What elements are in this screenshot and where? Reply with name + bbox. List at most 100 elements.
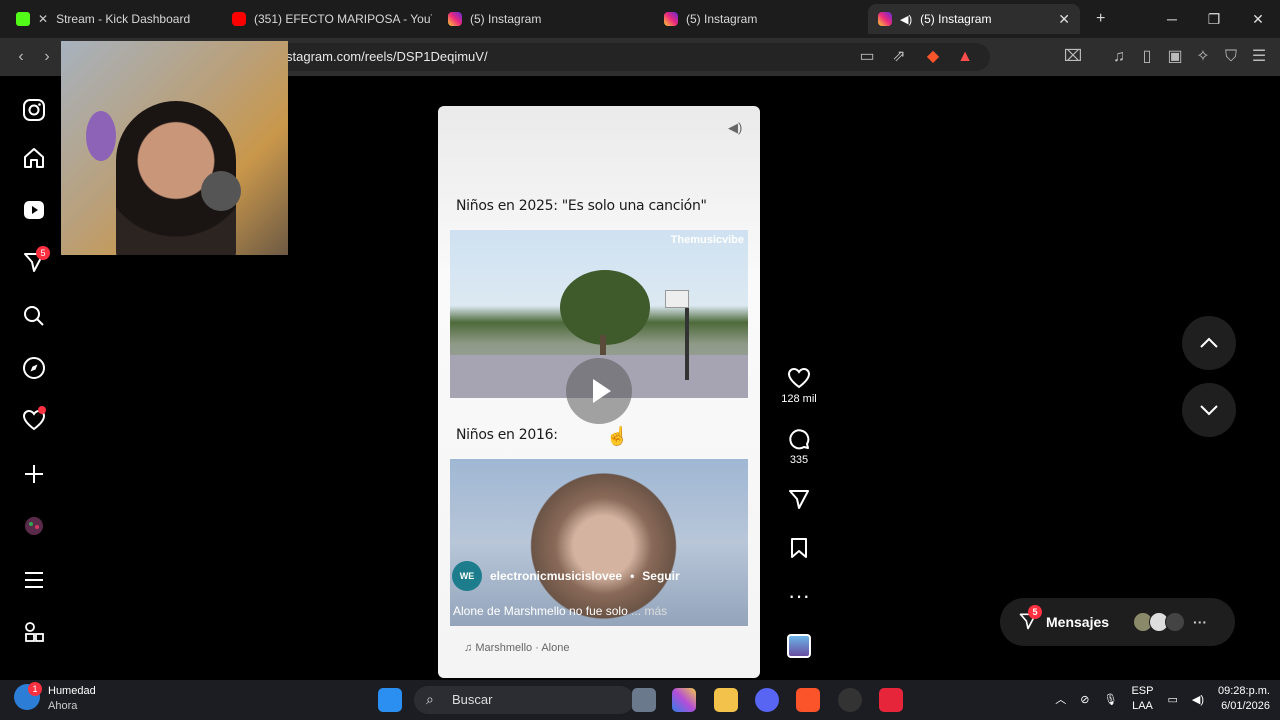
save-button[interactable] — [780, 536, 818, 560]
tab-instagram-2[interactable]: (5) Instagram — [654, 4, 864, 34]
audio-thumbnail[interactable] — [787, 634, 811, 658]
instagram-logo-icon[interactable] — [22, 98, 46, 122]
weather-subtitle: Ahora — [48, 700, 78, 712]
back-icon[interactable]: ‹ — [10, 46, 32, 68]
leo-ai-icon[interactable]: ✧ — [1192, 46, 1214, 68]
speaker-icon[interactable]: ◀) — [900, 13, 912, 26]
notification-dot — [38, 406, 46, 414]
brave-browser-icon[interactable] — [796, 688, 820, 712]
wifi-icon[interactable]: ▭ — [1167, 693, 1177, 706]
instagram-icon — [664, 12, 678, 26]
more-options-button[interactable]: ··· — [780, 584, 818, 608]
reel-video[interactable]: ◀) Niños en 2025: "Es solo una canción" … — [438, 106, 760, 678]
next-reel-button[interactable] — [1182, 383, 1236, 437]
follow-button[interactable]: Seguir — [642, 569, 679, 583]
author-row: WE electronicmusicislovee • Seguir — [452, 561, 680, 591]
tab-youtube[interactable]: (351) EFECTO MARIPOSA - YouTube — [222, 4, 432, 34]
clock[interactable]: 09:28:p.m. 6/01/2026 — [1218, 684, 1270, 714]
hand-cursor-icon: ☝ — [606, 426, 629, 446]
like-button[interactable]: 128 mil — [780, 366, 818, 405]
comment-button[interactable]: 335 — [780, 427, 818, 466]
url-field[interactable]: stagram.com/reels/DSP1DeqimuV/ — [270, 43, 990, 71]
notifications-heart-icon[interactable] — [22, 406, 46, 432]
share-icon[interactable]: ⇗ — [888, 46, 910, 68]
tab-instagram-1[interactable]: (5) Instagram — [438, 4, 648, 34]
music-row[interactable]: ♫ Marshmello · Alone — [464, 642, 569, 654]
search-icon[interactable] — [22, 304, 46, 328]
close-tab-icon[interactable]: ✕ — [1058, 11, 1070, 28]
weather-widget[interactable]: 1 Humedad Ahora — [14, 682, 96, 714]
home-icon[interactable] — [22, 146, 46, 170]
author-name[interactable]: electronicmusicislovee — [490, 569, 622, 583]
messages-button[interactable]: 5 Mensajes ··· — [1000, 598, 1235, 646]
lang-line1: ESP — [1131, 685, 1154, 697]
bookmark-icon — [780, 536, 818, 560]
file-explorer-icon[interactable] — [714, 688, 738, 712]
url-text: stagram.com/reels/DSP1DeqimuV/ — [286, 49, 488, 64]
cast-icon[interactable]: ▭ — [856, 46, 878, 68]
tab-title: (5) Instagram — [686, 12, 758, 26]
windows-start-icon[interactable] — [378, 688, 402, 712]
webcam-overlay — [61, 41, 288, 255]
task-view-icon[interactable] — [632, 688, 656, 712]
mute-icon[interactable]: ◀) — [728, 120, 746, 138]
date: 6/01/2026 — [1221, 700, 1270, 712]
weather-badge: 1 — [28, 682, 42, 696]
m365-icon[interactable] — [672, 688, 696, 712]
more-dots-icon: ··· — [788, 583, 810, 608]
more-menu-icon[interactable] — [22, 568, 46, 592]
forward-icon[interactable]: › — [36, 46, 58, 68]
reel-top-text: Niños en 2025: "Es solo una canción" — [456, 198, 707, 214]
obs-icon[interactable] — [838, 688, 862, 712]
tray-chevron-up-icon[interactable]: ︿ — [1055, 691, 1066, 707]
weather-title: Humedad — [48, 685, 96, 697]
reels-icon[interactable] — [22, 198, 46, 222]
previous-reel-button[interactable] — [1182, 316, 1236, 370]
instagram-icon — [878, 12, 892, 26]
reel-caption[interactable]: Alone de Marshmello no fue solo ... más — [453, 604, 667, 618]
microphone-icon[interactable]: 🎙 — [1104, 693, 1118, 706]
restore-icon[interactable]: ❐ — [1192, 0, 1236, 38]
webcam-balloon — [86, 111, 116, 161]
music-note-icon: ♫ — [464, 642, 476, 654]
messages-badge: 5 — [1028, 604, 1042, 619]
hoop-board — [665, 290, 689, 308]
create-plus-icon[interactable] — [22, 462, 46, 486]
menu-icon[interactable]: ☰ — [1248, 46, 1270, 68]
play-button[interactable] — [566, 358, 632, 424]
new-tab-button[interactable]: + — [1086, 4, 1114, 34]
media-icon[interactable]: ♫ — [1108, 46, 1130, 68]
time: 09:28:p.m. — [1218, 685, 1270, 697]
chevron-up-icon — [1200, 337, 1218, 348]
explore-icon[interactable] — [22, 356, 46, 380]
caption-more-link[interactable]: ... más — [631, 604, 667, 618]
tab-instagram-active[interactable]: ◀) (5) Instagram ✕ — [868, 4, 1080, 34]
minimize-icon[interactable]: ─ — [1150, 0, 1194, 38]
discord-icon[interactable] — [755, 688, 779, 712]
screenshot-icon[interactable]: ⌧ — [1062, 46, 1084, 68]
tab-title: Stream - Kick Dashboard — [56, 12, 191, 26]
language-indicator[interactable]: ESP LAA — [1131, 684, 1153, 714]
lang-line2: LAA — [1132, 700, 1153, 712]
messages-more[interactable]: ··· — [1193, 614, 1207, 630]
direct-messages-icon[interactable]: 5 — [22, 246, 50, 274]
brave-rewards-icon[interactable]: ▲ — [954, 46, 976, 68]
humidity-icon: 1 — [14, 682, 42, 710]
share-button[interactable] — [780, 487, 818, 511]
tab-kick[interactable]: ✕ Stream - Kick Dashboard — [6, 4, 216, 34]
close-window-icon[interactable]: ✕ — [1236, 0, 1280, 38]
brave-shield-icon[interactable]: ◆ — [922, 46, 944, 68]
vpn-icon[interactable]: ⛉ — [1220, 46, 1242, 68]
search-placeholder: Buscar — [452, 692, 493, 707]
profile-avatar-icon[interactable] — [22, 514, 46, 538]
also-from-meta-icon[interactable] — [22, 620, 46, 644]
app-red-icon[interactable] — [879, 688, 903, 712]
author-avatar[interactable]: WE — [452, 561, 482, 591]
network-off-icon[interactable]: ⊘ — [1080, 693, 1089, 706]
wallet-icon[interactable]: ▣ — [1164, 46, 1186, 68]
comment-icon — [780, 427, 818, 451]
notification-badge: 5 — [36, 246, 50, 260]
volume-icon[interactable]: ◀) — [1192, 693, 1204, 706]
taskbar-search[interactable]: ⌕ Buscar — [414, 686, 634, 714]
sidebar-toggle-icon[interactable]: ▯ — [1136, 46, 1158, 68]
